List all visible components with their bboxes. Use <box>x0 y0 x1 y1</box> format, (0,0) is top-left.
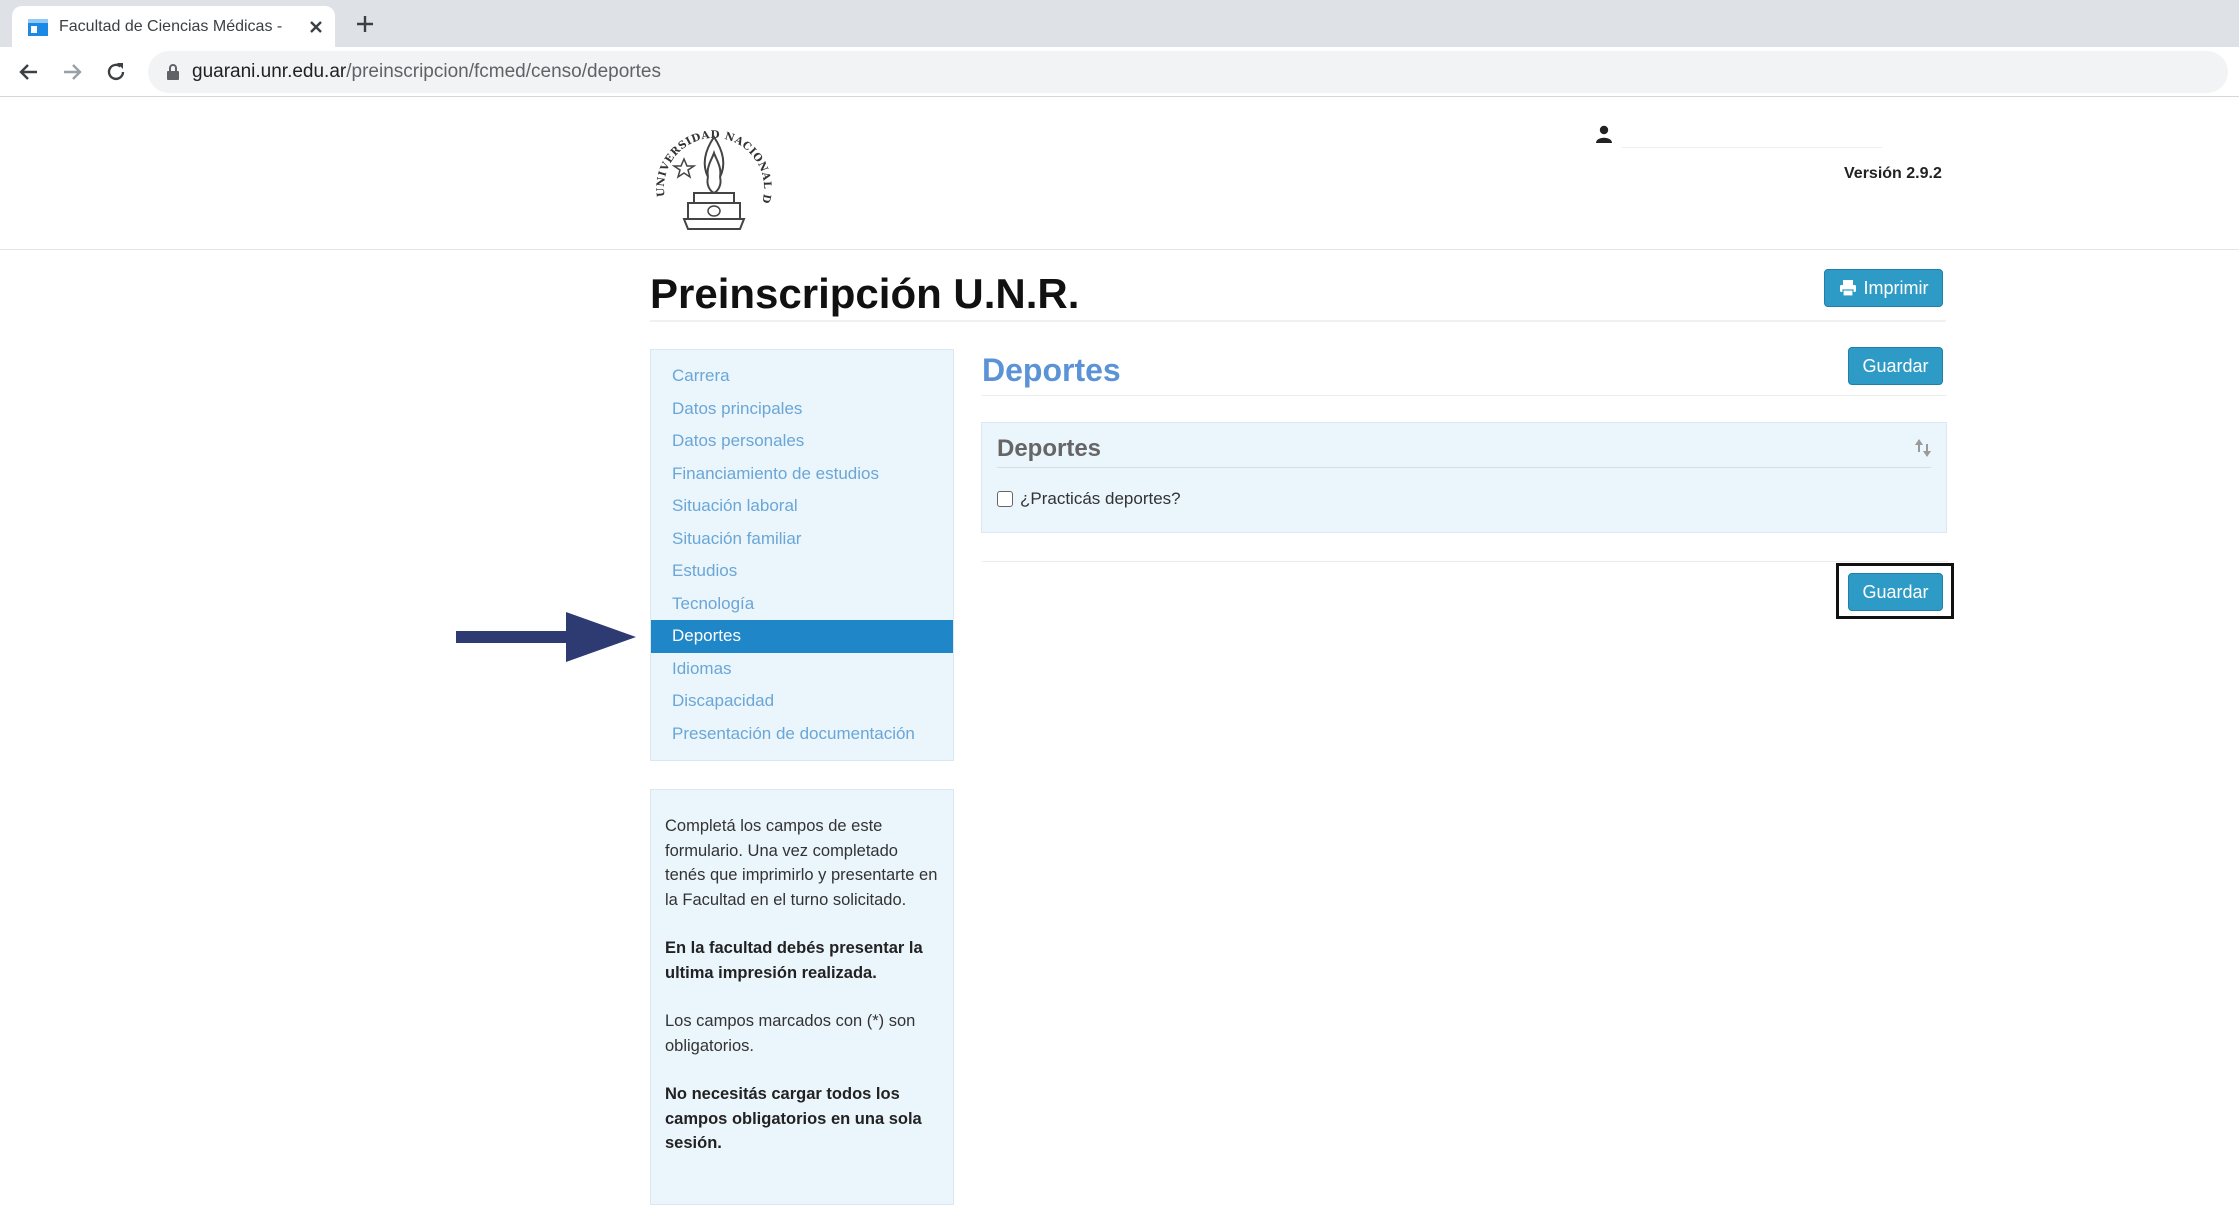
lock-icon <box>167 64 179 80</box>
deportes-panel: Deportes ¿Practicás deportes? <box>981 422 1947 533</box>
practica-deportes-checkbox[interactable] <box>997 491 1013 507</box>
site-header: UNIVERSIDAD NACIONAL DE ROSARIO Versión … <box>0 97 2239 250</box>
instructions-paragraph: Completá los campos de este formulario. … <box>665 817 938 909</box>
title-divider <box>650 320 1946 322</box>
sidebar-nav: Carrera Datos principales Datos personal… <box>650 349 954 761</box>
panel-title: Deportes <box>997 435 1102 462</box>
panel-divider <box>997 467 1931 468</box>
forward-arrow-icon[interactable] <box>59 59 85 85</box>
print-button-label: Imprimir <box>1863 277 1929 298</box>
sidebar-item-carrera[interactable]: Carrera <box>651 360 953 393</box>
url-field[interactable]: guarani.unr.edu.ar/preinscripcion/fcmed/… <box>148 51 2228 93</box>
user-icon[interactable] <box>1594 124 1614 144</box>
sidebar-item-situacion-laboral[interactable]: Situación laboral <box>651 490 953 523</box>
svg-text:UNIVERSIDAD NACIONAL DE ROSARI: UNIVERSIDAD NACIONAL DE ROSARIO <box>644 107 773 205</box>
form-footer-divider <box>982 561 1948 562</box>
sort-icon[interactable] <box>1912 437 1934 459</box>
sidebar-item-estudios[interactable]: Estudios <box>651 555 953 588</box>
close-icon[interactable] <box>304 15 328 39</box>
sidebar-item-presentacion-documentacion[interactable]: Presentación de documentación <box>651 718 953 751</box>
instructions-paragraph: Los campos marcados con (*) son obligato… <box>665 1012 916 1055</box>
url-text: guarani.unr.edu.ar/preinscripcion/fcmed/… <box>192 60 661 84</box>
seal-lettering: UNIVERSIDAD NACIONAL DE ROSARIO <box>644 107 773 205</box>
sidebar-item-financiamiento[interactable]: Financiamiento de estudios <box>651 458 953 491</box>
new-tab-plus-icon[interactable] <box>352 11 378 37</box>
annotation-arrow-icon <box>456 612 636 662</box>
sidebar-item-discapacidad[interactable]: Discapacidad <box>651 685 953 718</box>
practica-deportes-field[interactable]: ¿Practicás deportes? <box>997 489 1181 509</box>
instructions-box: Completá los campos de este formulario. … <box>650 789 954 1205</box>
university-seal-logo: UNIVERSIDAD NACIONAL DE ROSARIO <box>644 107 773 230</box>
section-divider <box>982 395 1946 396</box>
reload-icon[interactable] <box>103 59 129 85</box>
sidebar-item-situacion-familiar[interactable]: Situación familiar <box>651 523 953 556</box>
sidebar-item-datos-personales[interactable]: Datos personales <box>651 425 953 458</box>
back-arrow-icon[interactable] <box>16 59 42 85</box>
browser-tab-bar: Facultad de Ciencias Médicas - E <box>0 0 2239 47</box>
save-button-top[interactable]: Guardar <box>1848 347 1943 385</box>
sidebar-item-deportes[interactable]: Deportes <box>651 620 953 653</box>
printer-icon <box>1839 280 1856 297</box>
page-title: Preinscripción U.N.R. <box>650 270 1080 317</box>
browser-tab[interactable]: Facultad de Ciencias Médicas - E <box>12 6 335 47</box>
sidebar-item-idiomas[interactable]: Idiomas <box>651 653 953 686</box>
instructions-bold-paragraph: En la facultad debés presentar la ultima… <box>665 939 923 982</box>
version-label: Versión 2.9.2 <box>1844 165 1942 182</box>
sidebar-item-tecnologia[interactable]: Tecnología <box>651 588 953 621</box>
annotation-highlight-box <box>1836 563 1954 619</box>
favicon-icon <box>28 19 48 36</box>
section-title: Deportes <box>982 352 1121 388</box>
url-host: guarani.unr.edu.ar <box>192 61 347 82</box>
instructions-bold-paragraph: No necesitás cargar todos los campos obl… <box>665 1085 922 1152</box>
address-bar: guarani.unr.edu.ar/preinscripcion/fcmed/… <box>0 47 2239 97</box>
print-button[interactable]: Imprimir <box>1824 269 1943 307</box>
practica-deportes-label: ¿Practicás deportes? <box>1020 489 1181 508</box>
user-name-divider <box>1622 147 1882 148</box>
tab-title: Facultad de Ciencias Médicas - E <box>59 18 284 35</box>
sidebar-item-datos-principales[interactable]: Datos principales <box>651 393 953 426</box>
url-path: /preinscripcion/fcmed/censo/deportes <box>346 61 661 82</box>
